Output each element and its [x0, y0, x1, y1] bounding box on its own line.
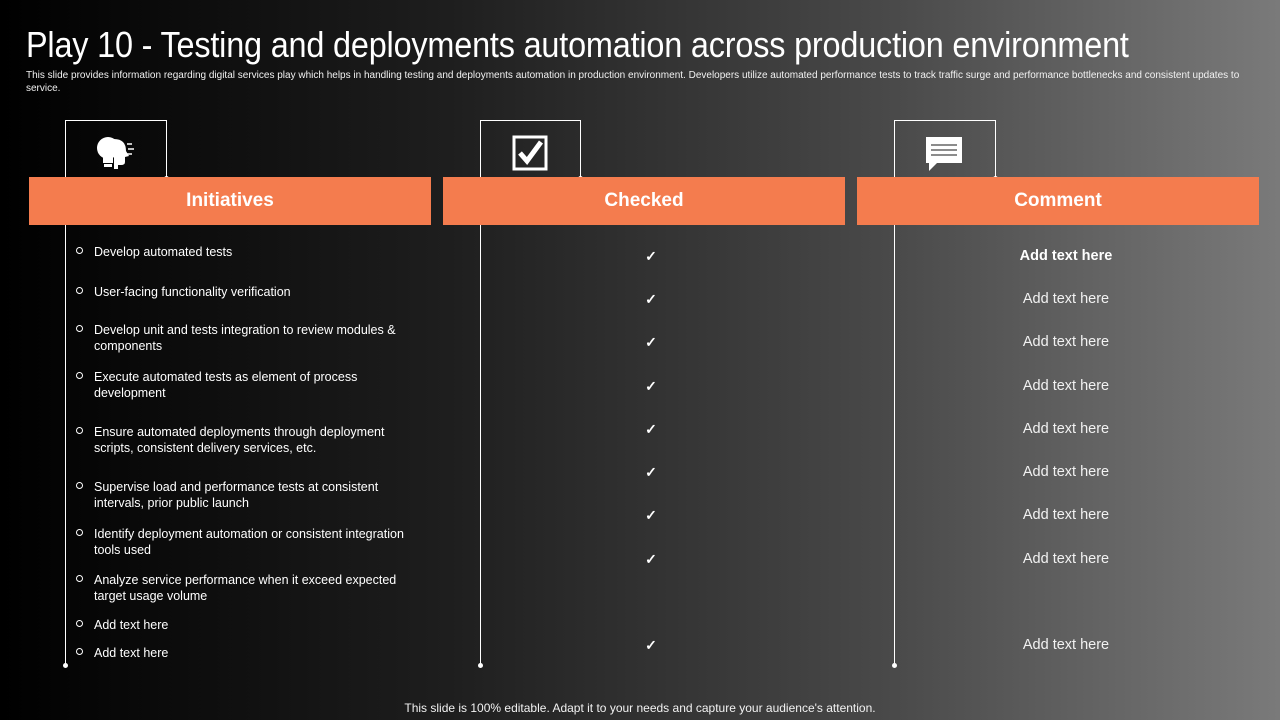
- header-checked: Checked: [443, 177, 845, 225]
- page-subtitle: This slide provides information regardin…: [26, 70, 1240, 94]
- comment-text: Add text here: [1022, 551, 1110, 567]
- comment-text: Add text here: [1022, 637, 1110, 653]
- check-mark: ✓: [645, 421, 657, 437]
- header-initiatives: Initiatives: [29, 177, 431, 225]
- bullet-icon: [76, 372, 83, 379]
- footer-note: This slide is 100% editable. Adapt it to…: [404, 701, 876, 715]
- bullet-icon: [76, 529, 83, 536]
- bullet-icon: [76, 325, 83, 332]
- check-mark: ✓: [645, 637, 657, 653]
- bullet-icon: [76, 648, 83, 655]
- column-1-right-line: [166, 120, 167, 178]
- comment-text: Add text here: [1022, 507, 1110, 523]
- check-mark: ✓: [645, 248, 657, 264]
- check-mark: ✓: [645, 464, 657, 480]
- speech-bubble-icon: [925, 136, 963, 177]
- check-mark: ✓: [645, 334, 657, 350]
- column-1-top-line: [65, 120, 166, 121]
- initiative-item: Ensure automated deployments through dep…: [76, 424, 411, 456]
- check-mark: ✓: [645, 378, 657, 394]
- comment-text: Add text here: [1022, 464, 1110, 480]
- bullet-icon: [76, 482, 83, 489]
- page-title: Play 10 - Testing and deployments automa…: [26, 24, 1129, 65]
- initiative-item: Identify deployment automation or consis…: [76, 526, 411, 558]
- comment-text: Add text here: [1022, 421, 1110, 437]
- column-1-bottom-dot: [63, 663, 68, 668]
- bullet-icon: [76, 575, 83, 582]
- header-comment: Comment: [857, 177, 1259, 225]
- initiative-item: Analyze service performance when it exce…: [76, 572, 411, 604]
- checkbox-icon: [512, 135, 548, 176]
- initiative-item: Add text here: [76, 645, 411, 661]
- bullet-icon: [76, 247, 83, 254]
- column-2-bottom-dot: [478, 663, 483, 668]
- column-3-top-line: [894, 120, 995, 121]
- initiative-item: Develop automated tests: [76, 244, 411, 260]
- initiative-item: Execute automated tests as element of pr…: [76, 369, 411, 401]
- column-2-right-line: [580, 120, 581, 178]
- column-3-bottom-dot: [892, 663, 897, 668]
- check-mark: ✓: [645, 291, 657, 307]
- bullet-icon: [76, 287, 83, 294]
- bullet-icon: [76, 427, 83, 434]
- lightbulb-head-icon: [94, 135, 136, 176]
- initiative-item: User-facing functionality verification: [76, 284, 411, 300]
- column-3-right-line: [995, 120, 996, 178]
- column-2-top-line: [480, 120, 580, 121]
- check-mark: ✓: [645, 551, 657, 567]
- check-mark: ✓: [645, 507, 657, 523]
- comment-text: Add text here: [1022, 334, 1110, 350]
- initiative-item: Add text here: [76, 617, 411, 633]
- comment-text: Add text here: [1019, 248, 1113, 264]
- initiative-item: Supervise load and performance tests at …: [76, 479, 411, 511]
- comment-text: Add text here: [1022, 378, 1110, 394]
- bullet-icon: [76, 620, 83, 627]
- initiative-item: Develop unit and tests integration to re…: [76, 322, 411, 354]
- comment-text: Add text here: [1022, 291, 1110, 307]
